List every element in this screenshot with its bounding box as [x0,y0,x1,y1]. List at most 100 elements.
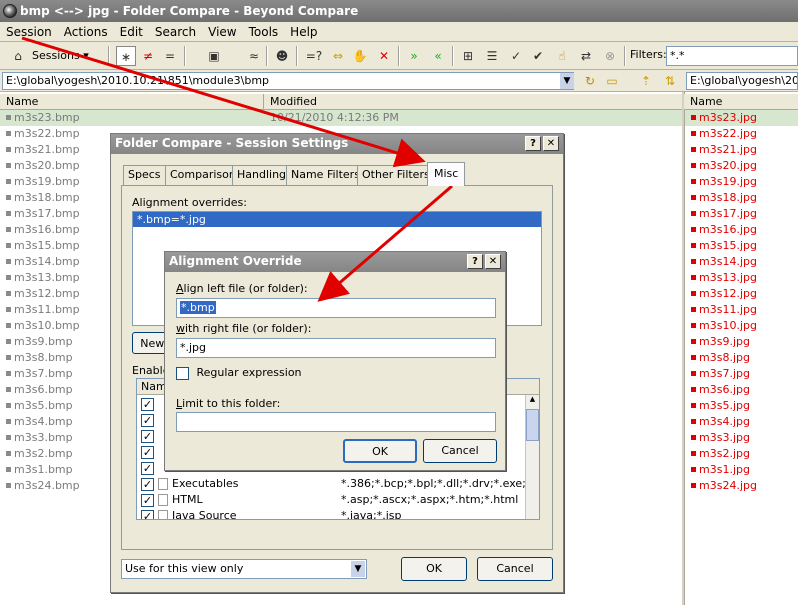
help-icon[interactable]: ? [525,136,541,151]
right-file-row[interactable]: m3s16.jpg [685,222,798,238]
browse-history-icon[interactable]: ↻ [580,71,600,91]
file-format-row[interactable]: ✓ Executables *.386;*.bcp;*.bpl;*.dll;*.dr… [141,477,536,493]
help-icon[interactable]: ? [467,254,483,269]
file-format-row[interactable]: ✓ Java Source *.java;*.jsp [141,509,525,519]
sessions-button[interactable]: Sessions ▾ [32,46,89,66]
session-cancel-button[interactable]: Cancel [477,557,553,581]
file-format-row[interactable]: ✓ [141,413,154,427]
enable-checkbox[interactable]: ✓ [141,429,154,443]
right-file-row[interactable]: m3s12.jpg [685,286,798,302]
file-format-row[interactable]: ✓ [141,461,154,475]
left-name-column-header[interactable]: Name [0,94,264,110]
chevron-down-icon[interactable]: ▼ [351,561,365,577]
menu-edit[interactable]: Edit [114,22,149,42]
menu-help[interactable]: Help [284,22,323,42]
enable-checkbox[interactable]: ✓ [141,461,154,475]
right-name-column-header[interactable]: Name [684,94,798,110]
left-modified-column-header[interactable]: Modified [264,94,682,110]
delete-icon[interactable]: ✕ [374,46,394,66]
file-format-row[interactable]: ✓ HTML *.asp;*.ascx;*.aspx;*.htm;*.html [141,493,525,509]
scroll-thumb[interactable] [526,409,539,441]
right-file-row[interactable]: m3s15.jpg [685,238,798,254]
limit-folder-input[interactable] [176,412,496,432]
left-file-row[interactable]: m3s23.bmp 10/21/2010 4:12:36 PM [0,110,682,126]
session-ok-button[interactable]: OK [401,557,467,581]
enable-checkbox[interactable]: ✓ [141,445,154,459]
folder-icon[interactable]: ▭ [602,71,622,91]
right-file-row[interactable]: m3s22.jpg [685,126,798,142]
select-icon[interactable]: ✓ [506,46,526,66]
swap-icon[interactable]: ⇄ [576,46,596,66]
copy-left-icon[interactable]: « [428,46,448,66]
tab-specs[interactable]: Specs [123,165,166,185]
stop-icon[interactable]: ⊗ [600,46,620,66]
regex-checkbox-row[interactable]: Regular expression [176,366,302,380]
menu-session[interactable]: Session [0,22,58,42]
touch-icon[interactable]: ✋ [350,46,370,66]
home-icon[interactable]: ⌂ [8,46,28,66]
left-path-input[interactable]: E:\global\yogesh\2010.10.21\851\module3\… [2,72,574,90]
override-ok-button[interactable]: OK [343,439,417,463]
right-file-row[interactable]: m3s11.jpg [685,302,798,318]
scope-select[interactable]: Use for this view only ▼ [121,559,367,579]
right-file-row[interactable]: m3s19.jpg [685,174,798,190]
right-file-row[interactable]: m3s4.jpg [685,414,798,430]
file-format-row[interactable]: ✓ [141,445,154,459]
expand-icon[interactable]: ☰ [482,46,502,66]
approx-icon[interactable]: ≈ [244,46,264,66]
right-path-input[interactable]: E:\global\yogesh\2010 [686,72,798,90]
right-file-row[interactable]: m3s20.jpg [685,158,798,174]
enable-checkbox[interactable]: ✓ [141,477,154,491]
tab-comparison[interactable]: Comparison [165,165,241,185]
tab-name-filters[interactable]: Name Filters [286,165,365,185]
filters-input[interactable]: *.* [666,46,798,66]
up-folder-icon[interactable]: ⇡ [636,71,656,91]
user-icon[interactable]: ☻ [272,46,292,66]
enable-checkbox[interactable]: ✓ [141,413,154,427]
right-file-row[interactable]: m3s23.jpg [685,110,798,126]
right-file-row[interactable]: m3s6.jpg [685,382,798,398]
right-file-row[interactable]: m3s14.jpg [685,254,798,270]
right-file-row[interactable]: m3s10.jpg [685,318,798,334]
show-differences-icon[interactable]: ≠ [138,46,158,66]
show-same-icon[interactable]: = [160,46,180,66]
right-file-row[interactable]: m3s7.jpg [685,366,798,382]
hand-icon[interactable]: ☝ [552,46,572,66]
file-format-row[interactable]: ✓ [141,429,154,443]
right-file-row[interactable]: m3s5.jpg [685,398,798,414]
swap-sides-icon[interactable]: ⇅ [660,71,680,91]
close-icon[interactable]: ✕ [485,254,501,269]
right-file-row[interactable]: m3s1.jpg [685,462,798,478]
enable-checkbox[interactable]: ✓ [141,509,154,519]
select-all-icon[interactable]: ✔ [528,46,548,66]
menu-tools[interactable]: Tools [243,22,285,42]
scroll-up-icon[interactable]: ▲ [526,395,539,407]
structure-icon[interactable]: ▣ [204,46,224,66]
tab-other-filters[interactable]: Other Filters [357,165,435,185]
file-formats-scrollbar[interactable]: ▲ [525,395,539,519]
menu-actions[interactable]: Actions [58,22,114,42]
tab-handling[interactable]: Handling [232,165,292,185]
close-icon[interactable]: ✕ [543,136,559,151]
enable-checkbox[interactable]: ✓ [141,397,154,411]
copy-right-icon[interactable]: » [404,46,424,66]
right-file-row[interactable]: m3s2.jpg [685,446,798,462]
compare-contents-icon[interactable]: =? [304,46,324,66]
align-left-input[interactable]: *.bmp [176,298,496,318]
right-file-row[interactable]: m3s9.jpg [685,334,798,350]
left-path-dropdown-icon[interactable]: ▼ [560,73,574,89]
right-file-row[interactable]: m3s3.jpg [685,430,798,446]
menu-view[interactable]: View [202,22,242,42]
show-all-icon[interactable]: ∗ [116,46,136,66]
alignment-override-item[interactable]: *.bmp=*.jpg [133,212,541,227]
right-file-row[interactable]: m3s18.jpg [685,190,798,206]
right-file-row[interactable]: m3s17.jpg [685,206,798,222]
regex-checkbox[interactable] [176,366,189,380]
sync-icon[interactable]: ⇔ [328,46,348,66]
tab-misc[interactable]: Misc [427,162,466,186]
right-file-row[interactable]: m3s8.jpg [685,350,798,366]
right-file-row[interactable]: m3s13.jpg [685,270,798,286]
right-file-row[interactable]: m3s21.jpg [685,142,798,158]
file-format-row[interactable]: ✓ [141,397,154,411]
tree-icon[interactable]: ⊞ [458,46,478,66]
